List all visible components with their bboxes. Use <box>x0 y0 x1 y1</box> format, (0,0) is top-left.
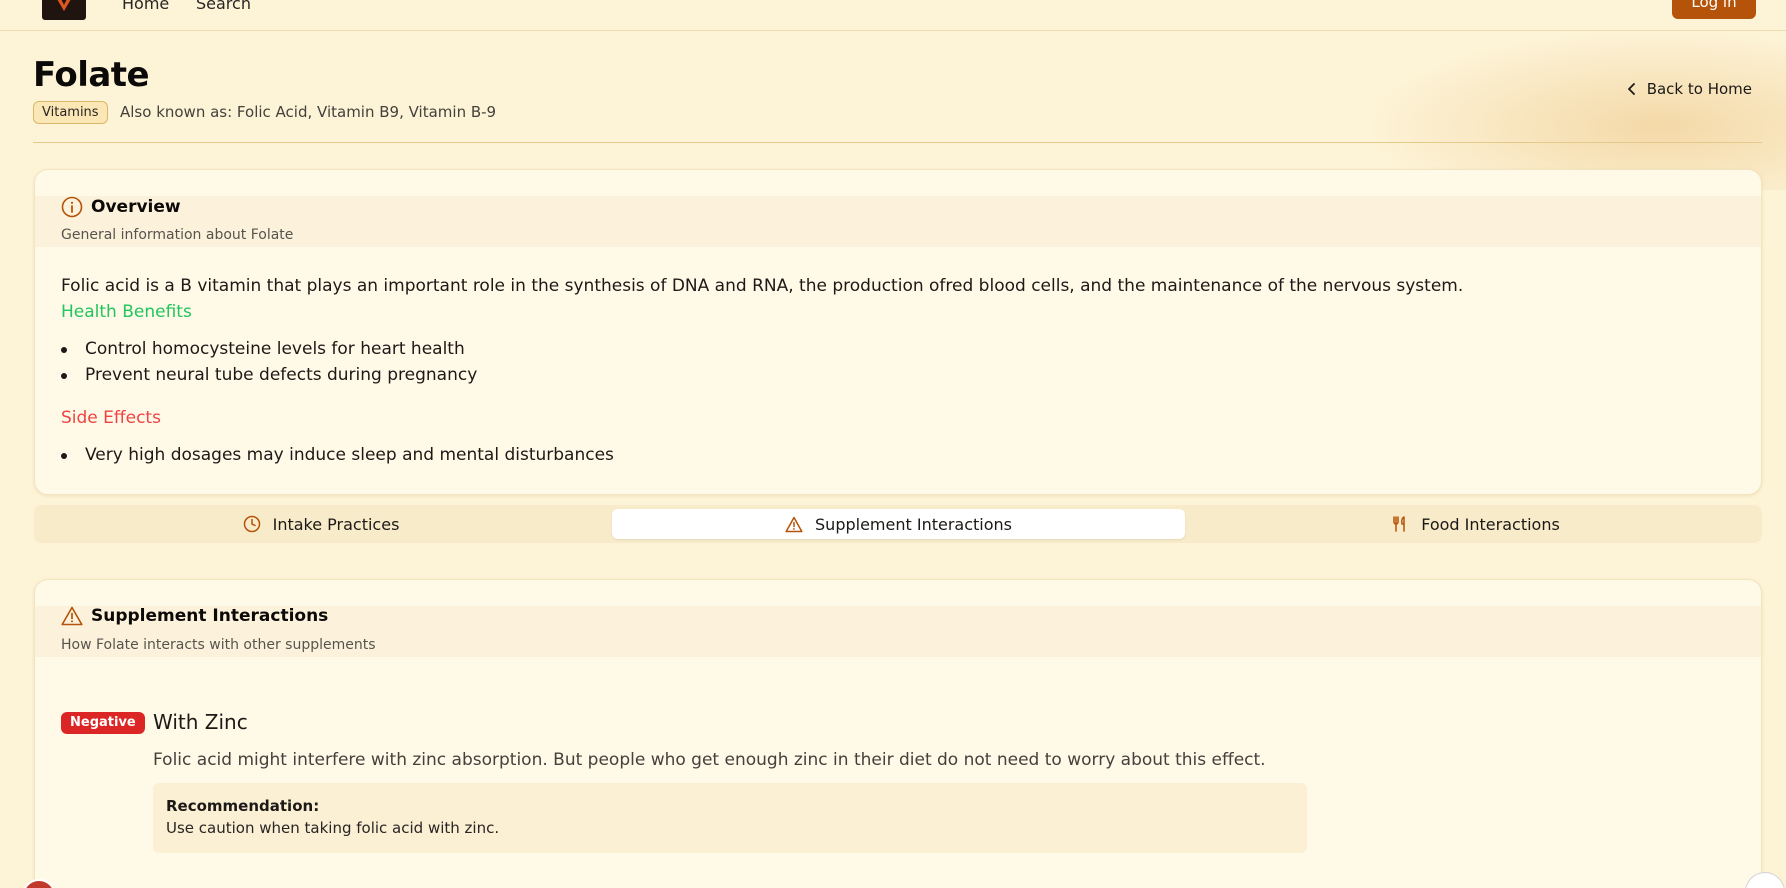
chevron-left-icon <box>1627 83 1635 95</box>
interactions-title: Supplement Interactions <box>61 606 328 626</box>
top-nav: Home Search Log in <box>0 0 1786 31</box>
overview-title-text: Overview <box>91 197 181 217</box>
tab-label: Intake Practices <box>272 514 400 534</box>
side-effects-list: Very high dosages may induce sleep and m… <box>61 442 614 468</box>
warning-icon <box>785 516 803 532</box>
tab-supplement-interactions[interactable]: Supplement Interactions <box>612 509 1185 539</box>
nav-home-link[interactable]: Home <box>122 0 169 13</box>
overview-header <box>35 196 1761 247</box>
page-title: Folate <box>33 55 150 95</box>
utensils-icon <box>1393 516 1405 532</box>
list-item: Prevent neural tube defects during pregn… <box>61 362 477 388</box>
back-to-home-label: Back to Home <box>1646 80 1752 98</box>
recommendation-box: Recommendation: Use caution when taking … <box>153 783 1307 853</box>
overview-description: Folic acid is a B vitamin that plays an … <box>61 276 1464 296</box>
clock-icon <box>243 515 260 533</box>
tab-intake-practices[interactable]: Intake Practices <box>34 509 608 539</box>
header-divider <box>33 142 1762 143</box>
back-to-home-link[interactable]: Back to Home <box>1627 80 1752 98</box>
tab-food-interactions[interactable]: Food Interactions <box>1189 509 1762 539</box>
detail-tabs: Intake Practices Supplement Interactions… <box>34 505 1762 543</box>
overview-title: Overview <box>61 196 181 218</box>
nav-search-link[interactable]: Search <box>196 0 251 13</box>
health-benefits-heading: Health Benefits <box>61 302 192 322</box>
site-logo[interactable] <box>42 0 86 20</box>
list-item: Control homocysteine levels for heart he… <box>61 336 477 362</box>
background-glow <box>1366 30 1786 190</box>
tab-label: Food Interactions <box>1421 514 1560 534</box>
negative-badge: Negative <box>61 712 145 734</box>
recommendation-label: Recommendation: <box>166 797 320 815</box>
interaction-title: With Zinc <box>153 710 248 734</box>
recommendation-text: Use caution when taking folic acid with … <box>166 819 500 837</box>
overview-card: Overview General information about Folat… <box>34 169 1762 495</box>
category-badge: Vitamins <box>33 101 108 124</box>
interactions-subtitle: How Folate interacts with other suppleme… <box>61 637 376 653</box>
info-icon <box>61 196 83 218</box>
supplement-interactions-card: Supplement Interactions How Folate inter… <box>34 579 1762 888</box>
warning-icon <box>61 606 83 626</box>
logo-icon <box>57 0 71 11</box>
health-benefits-list: Control homocysteine levels for heart he… <box>61 336 477 388</box>
list-item: Very high dosages may induce sleep and m… <box>61 442 614 468</box>
side-effects-heading: Side Effects <box>61 408 161 428</box>
overview-subtitle: General information about Folate <box>61 227 294 243</box>
also-known-as: Also known as: Folic Acid, Vitamin B9, V… <box>120 103 497 121</box>
interactions-title-text: Supplement Interactions <box>91 606 329 626</box>
tab-label: Supplement Interactions <box>815 514 1012 534</box>
interaction-description: Folic acid might interfere with zinc abs… <box>153 750 1266 770</box>
login-button[interactable]: Log in <box>1672 0 1756 19</box>
